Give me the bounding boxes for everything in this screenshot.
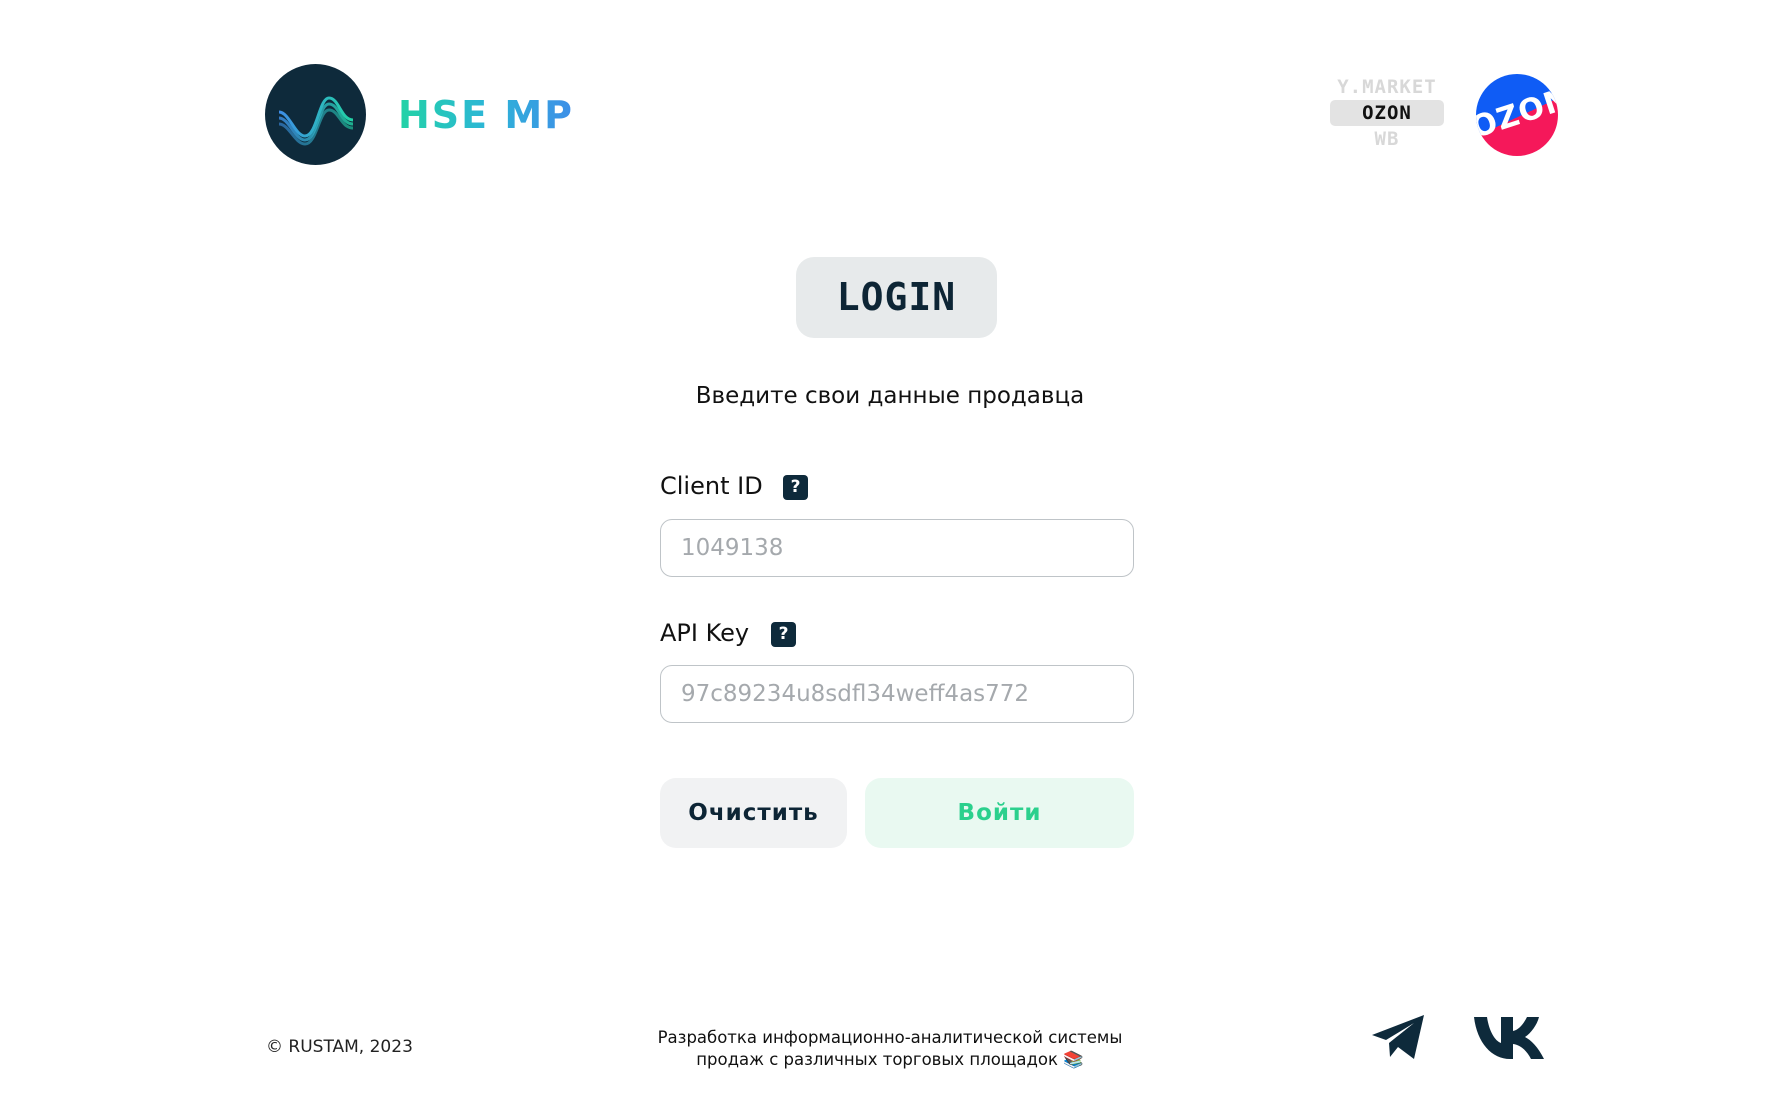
footer-description-line1: Разработка информационно-аналитической с… [657, 1028, 1123, 1047]
login-badge: LOGIN [796, 257, 997, 338]
login-subtitle: Введите свои данные продавца [695, 383, 1085, 409]
login-button[interactable]: Войти [865, 778, 1134, 848]
marketplace-option-ymarket[interactable]: Y.MARKET [1330, 74, 1444, 100]
footer-description-line2: продаж с различных торговых площадок 📚 [696, 1050, 1084, 1069]
marketplace-option-ozon[interactable]: OZON [1330, 100, 1444, 126]
header: HSE MP Y.MARKET OZON WB OZON [0, 0, 1779, 230]
copyright: © RUSTAM, 2023 [266, 1037, 413, 1057]
client-id-help-icon[interactable]: ? [783, 475, 808, 500]
brand-title: HSE MP [398, 88, 574, 142]
api-key-label: API Key [660, 619, 750, 647]
api-key-help-icon[interactable]: ? [771, 622, 796, 647]
marketplace-option-wb[interactable]: WB [1330, 126, 1444, 152]
marketplace-switcher[interactable]: Y.MARKET OZON WB [1330, 74, 1444, 154]
wave-logo-icon [278, 96, 354, 146]
client-id-input[interactable] [660, 519, 1134, 577]
footer-description: Разработка информационно-аналитической с… [620, 1027, 1160, 1071]
vk-icon[interactable] [1472, 1013, 1550, 1061]
app-logo[interactable] [265, 64, 366, 165]
clear-button[interactable]: Очистить [660, 778, 847, 848]
ozon-logo-text: OZON [1476, 81, 1558, 146]
ozon-logo: OZON [1476, 74, 1558, 156]
client-id-label: Client ID [660, 472, 763, 500]
api-key-input[interactable] [660, 665, 1134, 723]
telegram-icon[interactable] [1370, 1013, 1428, 1063]
